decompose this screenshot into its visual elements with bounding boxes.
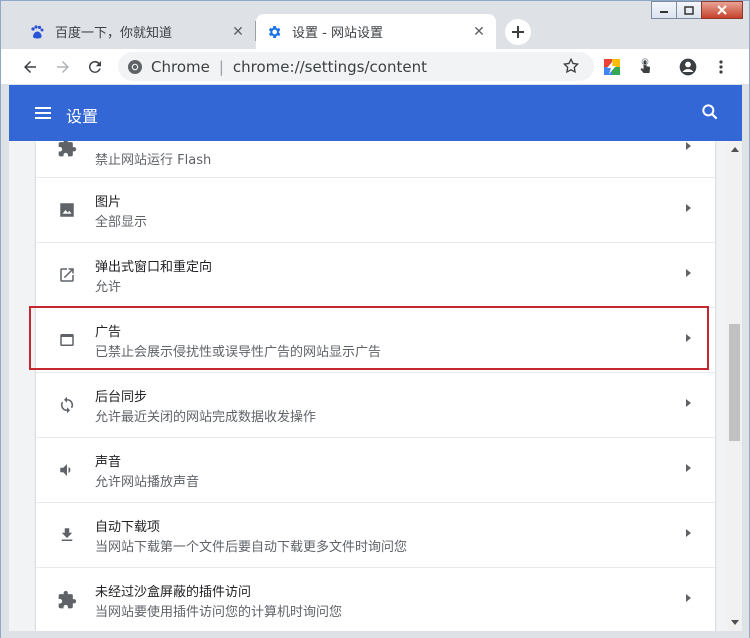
download-icon: [57, 525, 77, 545]
chevron-right-icon: [686, 204, 691, 212]
site-settings-card: 禁止网站运行 Flash 图片 全部显示 弹出式窗口和重定向 允许 广告 已禁止…: [36, 141, 715, 631]
row-subtitle: 禁止网站运行 Flash: [95, 153, 212, 168]
chrome-logo-icon: [127, 59, 143, 75]
browser-window: 百度一下，你就知道 ✕ 设置 - 网站设置 ✕ Chrome | chrome:…: [0, 0, 750, 638]
row-title: 自动下载项: [95, 520, 161, 535]
hamburger-menu-icon[interactable]: [33, 103, 53, 123]
page-title: 设置: [66, 107, 99, 126]
profile-button[interactable]: [676, 55, 700, 79]
settings-row-flash[interactable]: 禁止网站运行 Flash: [36, 141, 715, 181]
settings-row-popups[interactable]: 弹出式窗口和重定向 允许: [36, 242, 715, 307]
url-text[interactable]: chrome://settings/content: [233, 58, 427, 76]
tab-settings[interactable]: 设置 - 网站设置 ✕: [256, 14, 496, 49]
tab-title: 百度一下，你就知道: [55, 26, 173, 41]
settings-row-sound[interactable]: 声音 允许网站播放声音: [36, 437, 715, 502]
row-subtitle: 允许: [95, 280, 122, 295]
tab-strip: 百度一下，你就知道 ✕ 设置 - 网站设置 ✕: [1, 1, 749, 49]
window-close-button[interactable]: [701, 1, 743, 19]
plus-icon: [512, 26, 524, 38]
back-arrow-icon: [24, 61, 36, 73]
row-title: 图片: [95, 195, 122, 210]
new-tab-button[interactable]: [505, 19, 531, 45]
chevron-right-icon: [686, 142, 691, 150]
chevron-right-icon: [686, 269, 691, 277]
chevron-right-icon: [686, 594, 691, 602]
window-controls: [651, 1, 743, 19]
row-title: 声音: [95, 455, 122, 470]
settings-row-auto-downloads[interactable]: 自动下载项 当网站下载第一个文件后要自动下载更多文件时询问您: [36, 502, 715, 567]
address-bar[interactable]: Chrome | chrome://settings/content: [118, 52, 594, 81]
search-icon[interactable]: [700, 102, 720, 122]
row-title: 广告: [95, 325, 122, 340]
chevron-right-icon: [686, 529, 691, 537]
window-bottom-frame: [1, 631, 749, 638]
forward-arrow-icon: [57, 61, 69, 73]
more-vert-icon: [719, 60, 723, 74]
row-title: 弹出式窗口和重定向: [95, 260, 213, 275]
gear-icon: [266, 24, 282, 40]
settings-row-images[interactable]: 图片 全部显示: [36, 177, 715, 242]
open-in-new-icon: [57, 265, 77, 285]
reload-button[interactable]: [83, 55, 107, 79]
settings-content: 禁止网站运行 Flash 图片 全部显示 弹出式窗口和重定向 允许 广告 已禁止…: [9, 141, 742, 631]
extension-touch-button[interactable]: [633, 55, 657, 79]
close-icon: [717, 5, 727, 15]
site-chip: Chrome: [151, 57, 210, 76]
chevron-right-icon: [686, 334, 691, 342]
forward-button[interactable]: [51, 55, 75, 79]
settings-row-unsandboxed-plugins[interactable]: 未经过沙盒屏蔽的插件访问 当网站要使用插件访问您的计算机时询问您: [36, 567, 715, 631]
tab-title: 设置 - 网站设置: [292, 26, 383, 41]
row-subtitle: 已禁止会展示侵扰性或误导性广告的网站显示广告: [95, 345, 382, 360]
reload-icon: [88, 60, 101, 73]
chevron-right-icon: [686, 399, 691, 407]
maximize-button[interactable]: [676, 1, 702, 19]
minimize-icon: [660, 11, 668, 13]
volume-icon: [57, 460, 77, 480]
tab-baidu[interactable]: 百度一下，你就知道 ✕: [19, 14, 255, 49]
row-title: 未经过沙盒屏蔽的插件访问: [95, 585, 252, 600]
close-icon[interactable]: ✕: [229, 23, 247, 41]
omnibox-divider: |: [218, 57, 224, 76]
scrollbar-thumb[interactable]: [729, 324, 740, 441]
minimize-button[interactable]: [651, 1, 677, 19]
touch-hand-icon: [640, 58, 651, 73]
settings-row-background-sync[interactable]: 后台同步 允许最近关闭的网站完成数据收发操作: [36, 372, 715, 437]
row-title: 后台同步: [95, 390, 148, 405]
sync-icon: [57, 395, 77, 415]
page-scrollbar[interactable]: [727, 141, 742, 631]
puzzle-icon: [57, 590, 77, 610]
browser-menu-button[interactable]: [709, 55, 733, 79]
colorful-extension-icon: [604, 59, 620, 75]
maximize-icon: [684, 5, 694, 15]
scroll-down-arrow-icon[interactable]: [731, 620, 739, 625]
bookmark-star-icon[interactable]: [562, 57, 580, 79]
settings-row-ads[interactable]: 广告 已禁止会展示侵扰性或误导性广告的网站显示广告: [36, 307, 715, 372]
web-asset-icon: [57, 330, 77, 350]
extension-colorful-button[interactable]: [600, 55, 624, 79]
chevron-right-icon: [686, 464, 691, 472]
row-subtitle: 允许网站播放声音: [95, 475, 200, 490]
baidu-paw-icon: [29, 24, 45, 40]
back-button[interactable]: [18, 55, 42, 79]
row-subtitle: 全部显示: [95, 215, 148, 230]
image-icon: [57, 200, 77, 220]
row-subtitle: 允许最近关闭的网站完成数据收发操作: [95, 410, 317, 425]
puzzle-icon: [57, 141, 77, 158]
scroll-up-arrow-icon[interactable]: [731, 147, 739, 152]
row-subtitle: 当网站要使用插件访问您的计算机时询问您: [95, 605, 343, 620]
row-subtitle: 当网站下载第一个文件后要自动下载更多文件时询问您: [95, 540, 408, 555]
settings-header: 设置: [9, 85, 742, 141]
browser-toolbar: Chrome | chrome://settings/content: [1, 49, 749, 84]
close-icon[interactable]: ✕: [470, 23, 488, 41]
account-circle-icon: [679, 58, 697, 76]
